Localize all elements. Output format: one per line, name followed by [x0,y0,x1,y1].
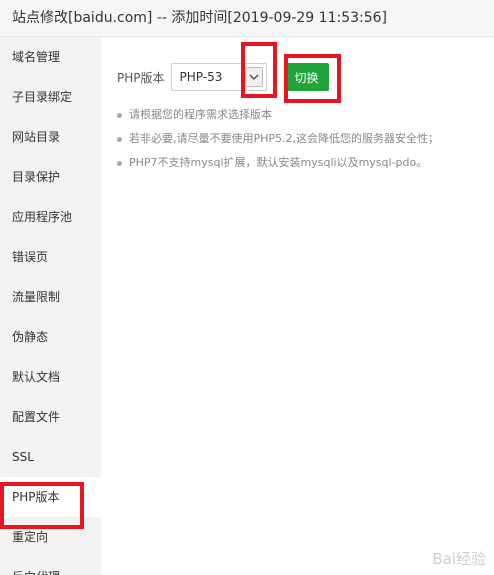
sidebar-item-dir-protection[interactable]: 目录保护 [0,157,101,197]
sidebar-item-ssl[interactable]: SSL [0,437,101,477]
sidebar-item-default-doc[interactable]: 默认文档 [0,357,101,397]
sidebar-item-error-page[interactable]: 错误页 [0,237,101,277]
php-version-select[interactable]: PHP-53 [170,63,267,91]
bullet-icon [117,112,122,118]
chevron-down-icon [249,74,258,80]
sidebar-item-redirect[interactable]: 重定向 [0,517,101,557]
bullet-icon [117,136,122,142]
sidebar-item-reverse-proxy[interactable]: 反向代理 [0,557,101,575]
list-item: 若非必要,请尽量不要使用PHP5.2,这会降低您的服务器安全性； [117,127,439,151]
sidebar-item-domain[interactable]: 域名管理 [0,37,101,77]
select-arrow-button[interactable] [244,67,263,87]
sidebar-nav: 域名管理 子目录绑定 网站目录 目录保护 应用程序池 错误页 流量限制 伪静态 … [0,37,101,575]
php-version-row: PHP版本 PHP-53 切换 [117,62,329,92]
sidebar-item-site-directory[interactable]: 网站目录 [0,117,101,157]
list-item: PHP7不支持mysql扩展，默认安装mysqli以及mysql-pdo。 [117,151,439,175]
sidebar-item-config-file[interactable]: 配置文件 [0,397,101,437]
sidebar-item-subdir-binding[interactable]: 子目录绑定 [0,77,101,117]
php-version-label: PHP版本 [117,70,165,85]
list-item: 请根据您的程序需求选择版本 [117,103,439,127]
bullet-icon [117,160,122,166]
window-title: 站点修改[baidu.com] -- 添加时间[2019-09-29 11:53… [0,0,494,37]
sidebar-item-php-version[interactable]: PHP版本 [0,477,101,517]
notes-list: 请根据您的程序需求选择版本 若非必要,请尽量不要使用PHP5.2,这会降低您的服… [117,103,439,175]
php-version-selected-value: PHP-53 [179,70,223,84]
php-version-panel: PHP版本 PHP-53 切换 请根据您的程序需求选择版本 若非必要,请尽量不要… [101,37,494,575]
watermark: Bai经验 [432,550,486,568]
sidebar-item-traffic-limit[interactable]: 流量限制 [0,277,101,317]
switch-button[interactable]: 切换 [284,63,329,91]
sidebar-item-rewrite[interactable]: 伪静态 [0,317,101,357]
sidebar-item-app-pool[interactable]: 应用程序池 [0,197,101,237]
